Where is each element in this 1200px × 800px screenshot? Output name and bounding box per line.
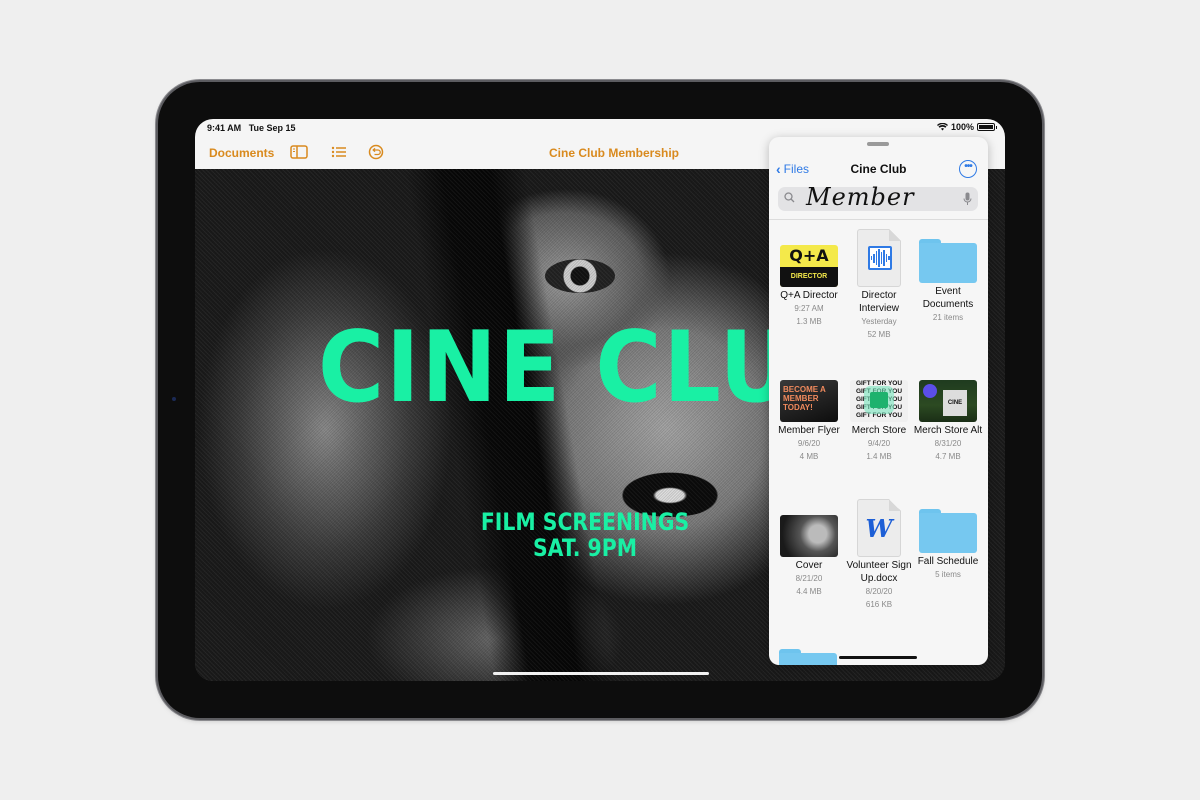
file-thumbnail <box>780 515 838 557</box>
badge-graphic <box>923 384 937 398</box>
file-date: 8/20/20 <box>865 587 893 596</box>
file-thumbnail: Q+A DIRECTOR <box>780 245 838 287</box>
file-date: 8/21/20 <box>795 574 823 583</box>
file-date: Yesterday <box>861 317 897 326</box>
poster-subtitle-line1: FILM SCREENINGS <box>480 508 690 536</box>
thumb-text: Q+A <box>789 246 829 265</box>
thumb-text: DIRECTOR <box>780 267 838 287</box>
waveform-icon <box>868 246 892 270</box>
file-name: Merch Store <box>851 425 907 436</box>
document-title: Cine Club Membership <box>549 146 680 160</box>
divider <box>769 219 988 220</box>
file-date: 8/31/20 <box>934 439 962 448</box>
tote-bag-image: CINE <box>943 390 967 416</box>
file-item-merch-store-alt[interactable]: CINE Merch Store Alt 8/31/20 4.7 MB <box>912 362 984 463</box>
battery-percent: 100% <box>950 122 974 132</box>
file-item-fall-schedule[interactable]: Fall Schedule 5 items <box>912 497 984 581</box>
file-item-director-interview[interactable]: Director Interview Yesterday 52 MB <box>843 227 915 341</box>
search-handwritten-text: Member <box>806 183 915 211</box>
search-input[interactable]: Member <box>778 183 978 211</box>
file-name: Director Interview <box>858 290 899 314</box>
battery-icon <box>977 123 997 131</box>
file-date: 9:27 AM <box>794 304 824 313</box>
file-item-event-documents[interactable]: Event Documents 21 items <box>912 227 984 324</box>
folder-icon-partial[interactable] <box>779 649 837 665</box>
files-popover: ‹ Files Cine Club ••• Member Q+A DIRECTO… <box>769 137 988 665</box>
file-size: 52 MB <box>867 330 891 339</box>
file-size: 4.7 MB <box>935 452 961 461</box>
folder-icon <box>919 239 977 283</box>
search-icon <box>784 192 795 203</box>
file-date: 9/4/20 <box>867 439 891 448</box>
poster-subtitle[interactable]: FILM SCREENINGS SAT. 9PM <box>458 509 713 561</box>
file-name: Event Documents <box>922 286 974 310</box>
ellipsis-circle-icon[interactable]: ••• <box>959 160 977 178</box>
file-thumbnail: CINE <box>919 380 977 422</box>
folder-item-count: 5 items <box>935 570 961 579</box>
file-item-cover[interactable]: Cover 8/21/20 4.4 MB <box>773 497 845 598</box>
file-name: Q+A Director <box>780 290 838 301</box>
microphone-icon[interactable] <box>963 192 972 206</box>
wifi-icon <box>936 123 948 131</box>
home-indicator[interactable] <box>493 672 709 675</box>
file-item-member-flyer[interactable]: BECOME A MEMBER TODAY! Member Flyer 9/6/… <box>773 362 845 463</box>
file-item-qa-director[interactable]: Q+A DIRECTOR Q+A Director 9:27 AM 1.3 MB <box>773 227 845 328</box>
file-size: 4 MB <box>799 452 819 461</box>
undo-icon[interactable] <box>367 144 385 160</box>
front-camera <box>172 397 176 401</box>
file-name: Volunteer Sign Up.docx <box>846 560 912 584</box>
file-item-volunteer-sign-up[interactable]: W Volunteer Sign Up.docx 8/20/20 616 KB <box>843 497 915 611</box>
poster-subtitle-line2: SAT. 9PM <box>532 534 638 562</box>
folder-item-count: 21 items <box>932 313 964 322</box>
file-name: Merch Store Alt <box>913 425 983 436</box>
file-size: 1.4 MB <box>866 452 892 461</box>
file-date: 9/6/20 <box>797 439 821 448</box>
audio-file-icon <box>857 229 901 287</box>
file-size: 1.3 MB <box>796 317 822 326</box>
status-time: 9:41 AM Tue Sep 15 <box>207 123 296 133</box>
files-panel-title: Cine Club <box>850 162 907 176</box>
popover-grabber[interactable] <box>867 142 889 146</box>
mug-image <box>870 392 888 408</box>
file-size: 4.4 MB <box>796 587 822 596</box>
word-document-icon: W <box>857 499 901 557</box>
documents-button[interactable]: Documents <box>209 146 274 160</box>
status-indicators: 100% <box>936 122 997 132</box>
file-name: Fall Schedule <box>917 556 979 567</box>
file-thumbnail: GIFT FOR YOU GIFT FOR YOU GIFT FOR YOU G… <box>850 380 908 422</box>
file-name: Member Flyer <box>778 425 840 436</box>
sidebar-icon[interactable] <box>290 144 308 160</box>
folder-icon <box>919 509 977 553</box>
word-w-glyph: W <box>865 514 893 543</box>
file-size: 616 KB <box>865 600 893 609</box>
file-name: Cover <box>795 560 823 571</box>
file-item-merch-store[interactable]: GIFT FOR YOU GIFT FOR YOU GIFT FOR YOU G… <box>843 362 915 463</box>
popover-home-indicator[interactable] <box>839 656 917 659</box>
list-icon[interactable] <box>330 144 348 160</box>
file-thumbnail: BECOME A MEMBER TODAY! <box>780 380 838 422</box>
